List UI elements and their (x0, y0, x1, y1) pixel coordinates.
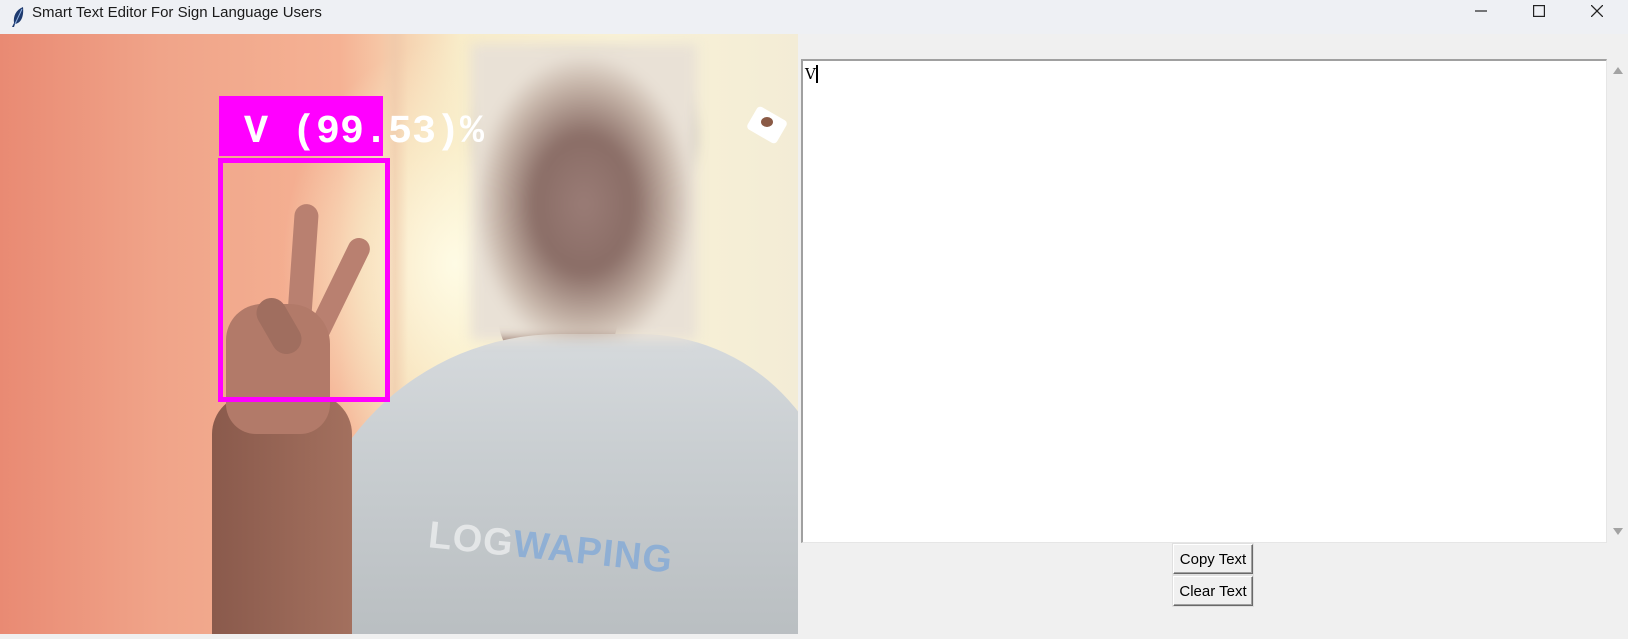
bottom-strip (0, 634, 1628, 639)
close-button[interactable] (1568, 0, 1626, 26)
scroll-up-icon[interactable] (1613, 67, 1623, 74)
title-bar: Smart Text Editor For Sign Language User… (0, 0, 1628, 35)
minimize-icon (1475, 4, 1487, 22)
clear-text-button[interactable]: Clear Text (1173, 576, 1253, 606)
text-caret (815, 65, 818, 83)
minimize-button[interactable] (1452, 0, 1510, 26)
text-editor[interactable]: V (801, 59, 1607, 543)
camera-feed: LOGWAPING V (99.53)% (0, 34, 798, 634)
maximize-button[interactable] (1510, 0, 1568, 26)
close-icon (1590, 4, 1604, 22)
vertical-scrollbar[interactable] (1608, 59, 1626, 543)
editor-text: V (805, 65, 816, 83)
window-title: Smart Text Editor For Sign Language User… (32, 4, 322, 21)
lamp-bulb (761, 117, 773, 127)
scroll-down-icon[interactable] (1613, 528, 1623, 535)
shirt-print-part1: LOG (426, 514, 516, 565)
maximize-icon (1533, 4, 1546, 22)
feather-icon (8, 6, 28, 28)
blurred-face (471, 44, 697, 340)
copy-text-button[interactable]: Copy Text (1173, 544, 1253, 574)
detection-label: V (99.53)% (244, 110, 485, 155)
detection-box (218, 158, 390, 402)
